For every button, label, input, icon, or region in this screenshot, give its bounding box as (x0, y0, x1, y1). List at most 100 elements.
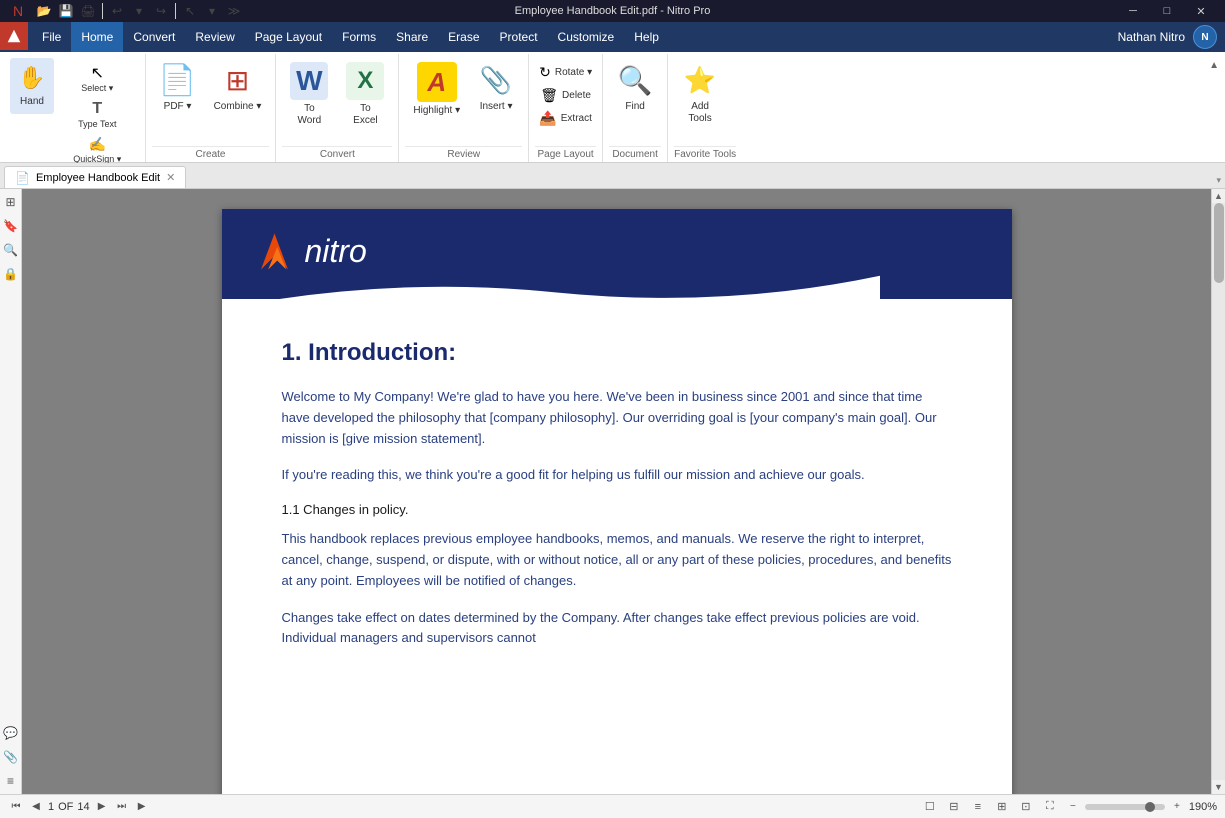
view-fit-button[interactable]: ⊡ (1017, 798, 1035, 816)
document-group-label: Document (609, 146, 661, 162)
zoom-in-button[interactable]: + (1169, 799, 1185, 815)
menu-erase[interactable]: Erase (438, 22, 489, 52)
hand-button[interactable]: ✋ Hand (10, 58, 54, 114)
bookmark-icon[interactable]: 🔖 (2, 217, 20, 235)
document-group-items: 🔍 Find (609, 58, 661, 144)
doc-para3: This handbook replaces previous employee… (282, 529, 952, 591)
menu-protect[interactable]: Protect (490, 22, 548, 52)
quick-access-toolbar: 📂 💾 🖨 ↩ ▾ ↪ ↖ ▾ ≫ (34, 1, 244, 21)
doc-tab-label: Employee Handbook Edit (36, 172, 160, 184)
next-page-button[interactable]: ▶ (94, 799, 110, 815)
delete-btn[interactable]: 🗑 Delete (535, 85, 596, 106)
pages-icon[interactable]: ⊞ (2, 193, 20, 211)
page-layout-group: ↻ Rotate ▾ 🗑 Delete 📤 Extract (529, 54, 603, 162)
quicksign-button[interactable]: ✍ QuickSign ▾ (56, 133, 139, 167)
menu-help[interactable]: Help (624, 22, 669, 52)
view-full-button[interactable]: ⛶ (1041, 798, 1059, 816)
create-group: 📄 PDF ▾ ⊞ Combine ▾ Create (146, 54, 277, 162)
print-icon[interactable]: 🖨 (78, 1, 98, 21)
customize-icon[interactable]: ≫ (224, 1, 244, 21)
tab-close-button[interactable]: ✕ (166, 171, 175, 184)
layers-icon[interactable]: ≡ (2, 772, 20, 790)
select-button[interactable]: ↖ Select ▾ (56, 62, 139, 96)
menu-convert[interactable]: Convert (123, 22, 185, 52)
combine-button[interactable]: ⊞ Combine ▾ (206, 58, 270, 117)
menu-bar-right: Nathan Nitro N (1118, 22, 1225, 52)
pdf-button[interactable]: 📄 PDF ▾ (152, 58, 204, 117)
menu-share[interactable]: Share (386, 22, 438, 52)
doc-subheading: 1.1 Changes in policy. (282, 502, 952, 517)
window-controls: ─ □ ✕ (1117, 0, 1217, 22)
zoom-slider[interactable] (1085, 804, 1165, 810)
scroll-down-arrow[interactable]: ▼ (1212, 780, 1225, 794)
menu-file[interactable]: File (32, 22, 71, 52)
close-button[interactable]: ✕ (1185, 0, 1217, 22)
menu-home[interactable]: Home (71, 22, 123, 52)
user-name: Nathan Nitro (1118, 30, 1185, 44)
lock-icon[interactable]: 🔒 (2, 265, 20, 283)
menu-customize[interactable]: Customize (548, 22, 625, 52)
find-icon: 🔍 (617, 62, 653, 98)
menu-review[interactable]: Review (185, 22, 244, 52)
pdf-header: nitro (222, 209, 1012, 299)
find-button[interactable]: 🔍 Find (609, 58, 661, 117)
select-icon: ↖ (88, 64, 106, 82)
highlight-button[interactable]: A Highlight ▾ (405, 58, 468, 121)
last-page-button[interactable]: ⏭ (114, 799, 130, 815)
view-facing-button[interactable]: ⊞ (993, 798, 1011, 816)
scroll-up-arrow[interactable]: ▲ (1212, 189, 1225, 203)
undo-icon[interactable]: ↩ (107, 1, 127, 21)
highlight-icon: A (417, 62, 457, 102)
search-sidebar-icon[interactable]: 🔍 (2, 241, 20, 259)
menu-page-layout[interactable]: Page Layout (245, 22, 332, 52)
favorite-tools-group-items: ⭐ AddTools (674, 58, 736, 144)
first-page-button[interactable]: ⏮ (8, 799, 24, 815)
view-scroll-button[interactable]: ≡ (969, 798, 987, 816)
attachments-icon[interactable]: 📎 (2, 748, 20, 766)
scroll-track[interactable] (1212, 203, 1225, 780)
total-pages: 14 (77, 801, 89, 813)
doc-scroll[interactable]: nitro 1. Introduction: Welcome to My Com… (22, 189, 1211, 794)
open-icon[interactable]: 📂 (34, 1, 54, 21)
play-button[interactable]: ▶ (134, 799, 150, 815)
convert-group-label: Convert (282, 146, 392, 162)
to-excel-label: ToExcel (353, 103, 377, 127)
view-single-page-button[interactable]: ☐ (921, 798, 939, 816)
annotation-icon[interactable]: 💬 (2, 724, 20, 742)
insert-button[interactable]: 📎 Insert ▾ (470, 58, 522, 117)
to-word-icon: W (290, 62, 328, 100)
scroll-thumb[interactable] (1214, 203, 1224, 283)
type-text-button[interactable]: T Type Text (56, 98, 139, 131)
zoom-out-button[interactable]: − (1065, 799, 1081, 815)
menu-forms[interactable]: Forms (332, 22, 386, 52)
view-two-page-button[interactable]: ⊟ (945, 798, 963, 816)
redo-icon[interactable]: ↪ (151, 1, 171, 21)
extract-button[interactable]: 📤 Extract (535, 108, 596, 129)
create-group-label: Create (152, 146, 270, 162)
doc-para2: If you're reading this, we think you're … (282, 465, 952, 486)
hand-icon: ✋ (16, 62, 48, 94)
ribbon-minimize-arrow[interactable]: ▾ (1216, 175, 1221, 188)
minimize-button[interactable]: ─ (1117, 0, 1149, 22)
quicksign-icon: ✍ (88, 135, 106, 153)
pointer-dropdown-icon[interactable]: ▾ (202, 1, 222, 21)
user-avatar[interactable]: N (1193, 25, 1217, 49)
maximize-button[interactable]: □ (1151, 0, 1183, 22)
tools-group: ✋ Hand ↖ Select ▾ T Type Text ✍ Qu (4, 54, 146, 162)
pdf-label: PDF ▾ (164, 101, 192, 113)
to-word-button[interactable]: W ToWord (282, 58, 336, 131)
right-scrollbar[interactable]: ▲ ▼ (1211, 189, 1225, 794)
add-tools-button[interactable]: ⭐ AddTools (674, 58, 726, 129)
pointer-icon[interactable]: ↖ (180, 1, 200, 21)
to-excel-button[interactable]: X ToExcel (338, 58, 392, 131)
rotate-button[interactable]: ↻ Rotate ▾ (535, 62, 596, 83)
header-wave (222, 259, 880, 299)
save-icon[interactable]: 💾 (56, 1, 76, 21)
favorite-tools-group: ⭐ AddTools Favorite Tools (668, 54, 742, 162)
to-word-label: ToWord (298, 103, 322, 127)
document-tab[interactable]: 📄 Employee Handbook Edit ✕ (4, 166, 186, 188)
ribbon-collapse-button[interactable]: ▲ (1207, 58, 1221, 73)
ribbon: ✋ Hand ↖ Select ▾ T Type Text ✍ Qu (0, 52, 1225, 163)
prev-page-button[interactable]: ◀ (28, 799, 44, 815)
doc-heading: 1. Introduction: (282, 339, 952, 367)
